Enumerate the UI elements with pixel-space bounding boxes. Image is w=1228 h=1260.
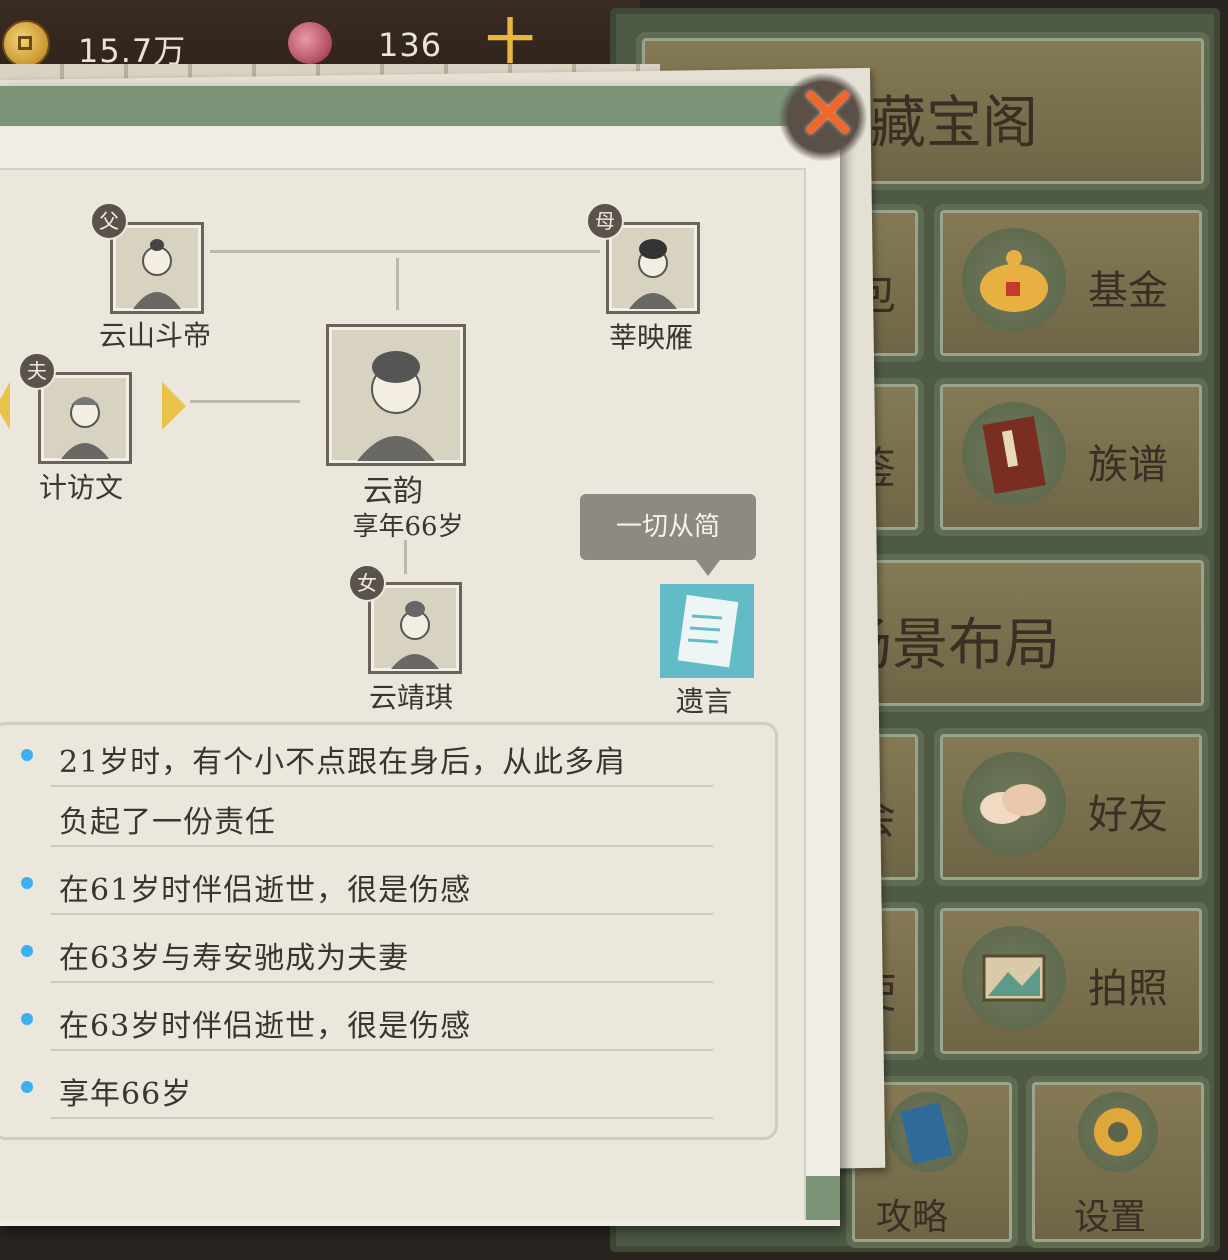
bullet-icon — [21, 877, 33, 889]
event-text: 在63岁时伴侣逝世，很是伤感 — [59, 1009, 472, 1044]
gear-icon — [1078, 1092, 1158, 1172]
self-portrait[interactable] — [326, 324, 466, 466]
piggy-bank-icon — [962, 228, 1066, 332]
event-text: 享年66岁 — [59, 1077, 193, 1112]
daughter-name: 云靖琪 — [368, 681, 453, 714]
plus-icon[interactable]: 十 — [486, 18, 534, 66]
parent-child-connector — [396, 258, 399, 310]
event-text: 在63岁与寿安驰成为夫妻 — [59, 941, 410, 976]
gem-count: 136 — [378, 26, 443, 64]
daughter-portrait[interactable] — [368, 582, 462, 674]
friends-button[interactable]: 好友 — [934, 728, 1208, 886]
fund-label: 基金 — [1088, 268, 1168, 314]
photo-button[interactable]: 拍照 — [934, 902, 1208, 1060]
daughter-badge: 女 — [348, 564, 386, 602]
next-spouse-arrow-icon[interactable] — [162, 382, 186, 430]
divider — [51, 845, 713, 847]
bullet-icon — [21, 1081, 33, 1093]
fund-button[interactable]: 基金 — [934, 204, 1208, 362]
life-events-box: 21岁时，有个小不点跟在身后，从此多肩 负起了一份责任 在61岁时伴侣逝世，很是… — [0, 722, 778, 1140]
spouse-connector — [190, 400, 300, 403]
parents-connector — [210, 250, 600, 253]
camera-frame-icon — [962, 926, 1066, 1030]
divider — [51, 1049, 713, 1051]
paper-top-strip — [0, 86, 810, 126]
event-text: 21岁时，有个小不点跟在身后，从此多肩 — [59, 745, 627, 780]
handshake-icon — [962, 752, 1066, 856]
copper-coin-icon — [2, 20, 50, 68]
will-label: 遗言 — [675, 685, 732, 718]
husband-name: 计访文 — [38, 471, 123, 504]
divider — [51, 1117, 713, 1119]
genealogy-label: 族谱 — [1088, 442, 1168, 488]
husband-badge: 夫 — [18, 352, 56, 390]
photo-label: 拍照 — [1088, 966, 1168, 1012]
mother-name: 莘映雁 — [608, 321, 693, 354]
father-name: 云山斗帝 — [98, 319, 211, 352]
bullet-icon — [21, 1013, 33, 1025]
friends-label: 好友 — [1088, 792, 1168, 838]
will-scroll-icon[interactable] — [660, 584, 754, 678]
divider — [51, 785, 713, 787]
self-name: 云韵 — [363, 474, 423, 509]
treasure-label: 藏宝阁 — [870, 91, 1038, 156]
book-icon — [962, 402, 1066, 506]
settings-button[interactable]: 设置 — [1026, 1076, 1210, 1248]
bullet-icon — [21, 749, 33, 761]
mother-badge: 母 — [586, 202, 624, 240]
peach-gem-icon — [288, 22, 332, 64]
settings-label: 设置 — [1074, 1197, 1147, 1238]
bullet-icon — [21, 945, 33, 957]
scene-layout-button[interactable]: 场景布局 — [830, 554, 1210, 712]
father-portrait[interactable] — [110, 222, 204, 314]
event-text-cont: 负起了一份责任 — [59, 805, 276, 840]
close-button[interactable]: ✕ — [778, 72, 868, 162]
will-tooltip: 一切从简 — [580, 494, 756, 576]
guide-label: 攻略 — [876, 1197, 949, 1238]
father-badge: 父 — [90, 202, 128, 240]
daughter-connector — [404, 540, 407, 574]
event-text: 在61岁时伴侣逝世，很是伤感 — [59, 873, 472, 908]
mother-portrait[interactable] — [606, 222, 700, 314]
genealogy-button[interactable]: 族谱 — [934, 378, 1208, 536]
close-icon: ✕ — [796, 69, 860, 158]
guide-book-icon — [888, 1092, 968, 1172]
divider — [51, 913, 713, 915]
husband-portrait[interactable] — [38, 372, 132, 464]
prev-spouse-arrow-icon[interactable] — [0, 382, 10, 430]
self-age: 享年66岁 — [352, 512, 464, 542]
divider — [51, 981, 713, 983]
